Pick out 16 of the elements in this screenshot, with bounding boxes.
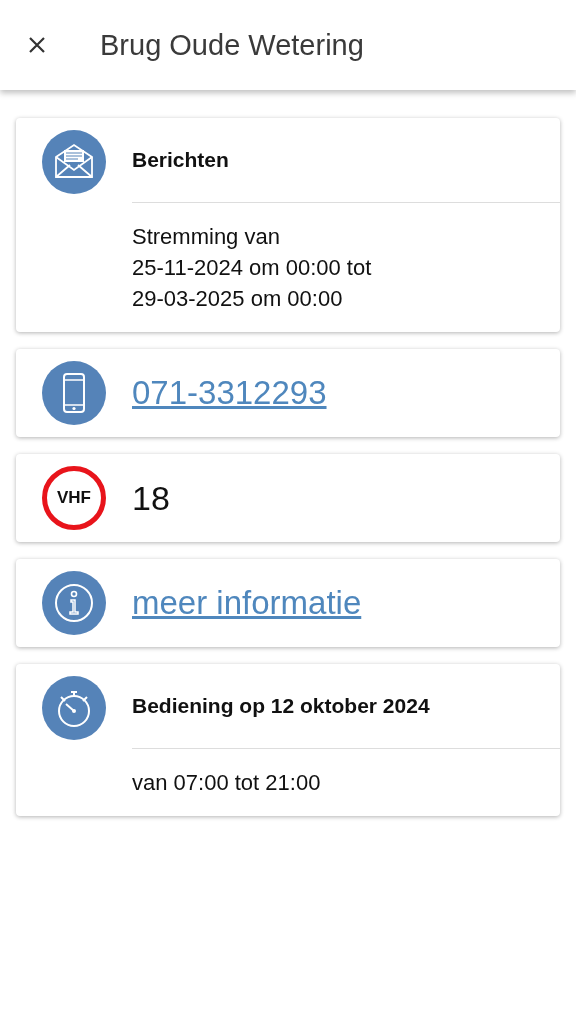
info-icon (42, 571, 106, 635)
card-title: Bediening op 12 oktober 2024 (132, 693, 431, 719)
phone-icon (42, 361, 106, 425)
card-link[interactable]: 071-3312293 (132, 374, 560, 412)
card-title: Berichten (132, 147, 230, 173)
card-text: 25-11-2024 om 00:00 tot (132, 254, 373, 282)
card-text: 29-03-2025 om 00:00 (132, 285, 344, 313)
vhf-badge: VHF (42, 466, 106, 530)
close-icon (28, 36, 46, 54)
card-text: van 07:00 tot 21:00 (132, 769, 322, 797)
card-text: Stremming van (132, 223, 281, 251)
page-title: Brug Oude Wetering (100, 28, 364, 62)
channel-number: 18 (132, 478, 171, 518)
envelope-icon (42, 130, 106, 194)
stopwatch-icon (42, 676, 106, 740)
card-link[interactable]: meer informatie (132, 584, 560, 622)
